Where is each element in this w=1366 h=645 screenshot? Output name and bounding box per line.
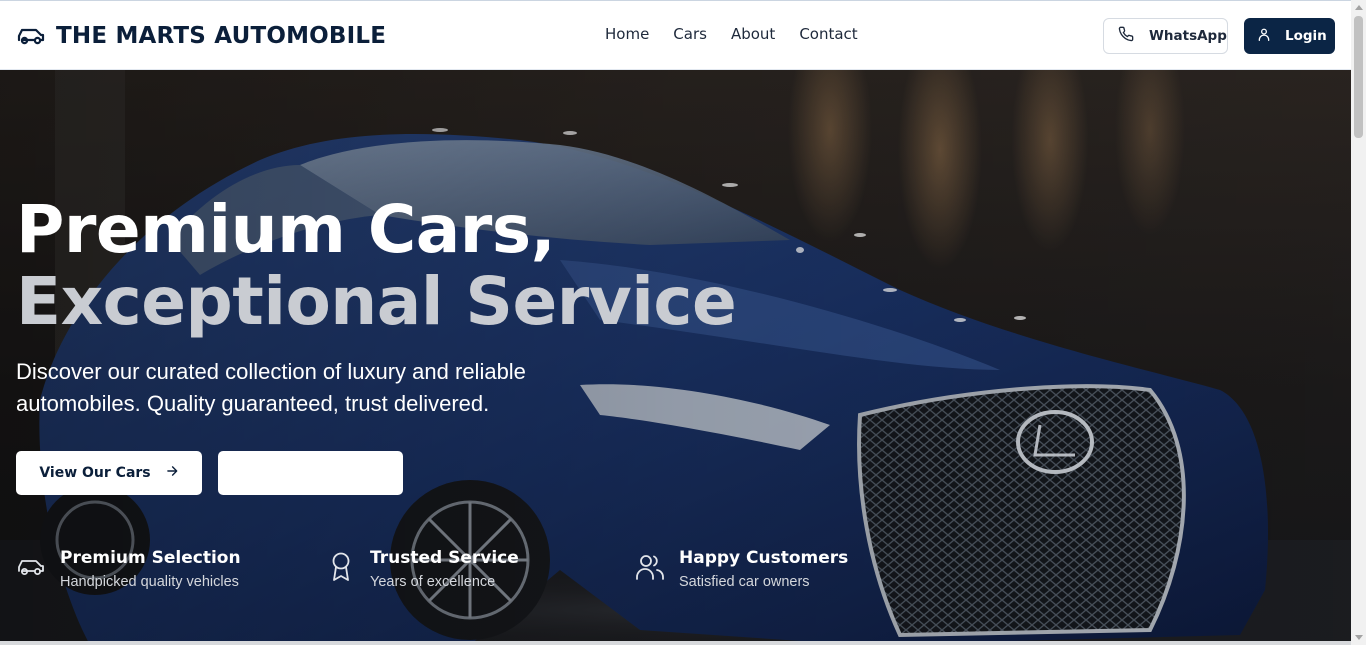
car-icon — [16, 547, 46, 587]
feature-subtitle: Years of excellence — [370, 574, 496, 590]
car-icon — [16, 21, 46, 51]
nav-home[interactable]: Home — [605, 25, 649, 43]
award-icon — [326, 547, 356, 587]
hero-section: Premium Cars, Exceptional Service Discov… — [0, 70, 1351, 645]
feature-title: Happy Customers — [679, 548, 849, 568]
nav-contact[interactable]: Contact — [799, 25, 857, 43]
main-nav: Home Cars About Contact — [605, 25, 858, 43]
secondary-hero-button[interactable] — [218, 451, 403, 495]
site-header: THE MARTS AUTOMOBILE Home Cars About Con… — [0, 0, 1351, 70]
hero-title-line1: Premium Cars, — [16, 191, 556, 268]
whatsapp-button[interactable]: WhatsApp — [1103, 18, 1228, 54]
scroll-down-arrow-icon[interactable] — [1351, 631, 1366, 645]
hero-title: Premium Cars, Exceptional Service — [16, 191, 737, 340]
whatsapp-label: WhatsApp — [1149, 28, 1227, 44]
horizontal-scrollbar[interactable] — [0, 641, 1351, 645]
scroll-up-arrow-icon[interactable] — [1351, 0, 1366, 14]
nav-cars[interactable]: Cars — [673, 25, 707, 43]
feature-title: Trusted Service — [370, 548, 519, 568]
login-button[interactable]: Login — [1244, 18, 1335, 54]
arrow-right-icon — [165, 464, 179, 482]
feature-happy-customers: Happy Customers Satisfied car owners — [635, 547, 848, 594]
view-cars-label: View Our Cars — [39, 465, 151, 481]
users-icon — [635, 547, 665, 587]
feature-subtitle: Satisfied car owners — [679, 574, 810, 590]
feature-title: Premium Selection — [60, 548, 241, 568]
brand-logo[interactable]: THE MARTS AUTOMOBILE — [16, 21, 386, 51]
hero-subtitle: Discover our curated collection of luxur… — [16, 359, 526, 416]
brand-name: THE MARTS AUTOMOBILE — [56, 23, 387, 49]
scrollbar-thumb[interactable] — [1354, 16, 1363, 138]
feature-trusted-service: Trusted Service Years of excellence — [326, 547, 519, 594]
hero-title-line2: Exceptional Service — [16, 263, 737, 340]
feature-subtitle: Handpicked quality vehicles — [60, 574, 239, 590]
feature-premium-selection: Premium Selection Handpicked quality veh… — [16, 547, 241, 594]
user-icon — [1257, 27, 1271, 46]
view-cars-button[interactable]: View Our Cars — [16, 451, 202, 495]
login-label: Login — [1285, 28, 1327, 44]
nav-about[interactable]: About — [731, 25, 775, 43]
phone-icon — [1118, 26, 1134, 46]
